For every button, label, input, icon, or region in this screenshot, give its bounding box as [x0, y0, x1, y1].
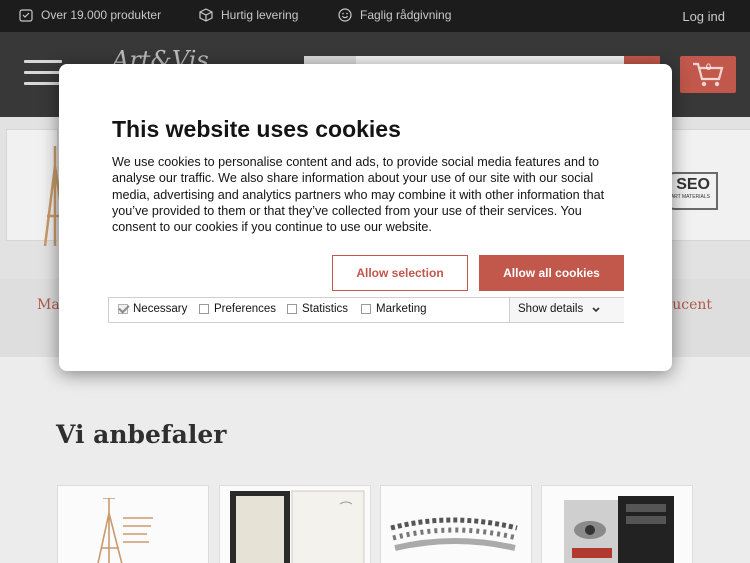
marketing-checkbox[interactable]	[361, 304, 371, 314]
canvas-board-image	[230, 490, 365, 563]
cart-button[interactable]: 0	[680, 56, 736, 93]
preferences-label: Preferences	[214, 303, 277, 315]
recommendations-heading: Vi anbefaler	[56, 420, 227, 449]
show-details-toggle[interactable]: Show details	[509, 298, 624, 322]
login-link[interactable]: Log ind	[682, 9, 725, 24]
product-card[interactable]	[380, 485, 532, 563]
necessary-label: Necessary	[133, 303, 188, 315]
chevron-down-icon	[592, 307, 600, 313]
show-details-label: Show details	[518, 303, 584, 315]
easel-image	[97, 498, 153, 563]
brush-roll-image	[390, 517, 518, 551]
brand-name: SEO	[676, 176, 710, 193]
cookie-dialog-title: This website uses cookies	[112, 116, 401, 142]
usp-products-label: Over 19.000 produkter	[41, 8, 162, 22]
usp-advice-label: Faglig rådgivning	[360, 8, 452, 22]
marketing-label: Marketing	[376, 303, 427, 315]
cookie-option-marketing[interactable]: Marketing	[361, 303, 427, 315]
cookie-option-statistics[interactable]: Statistics	[287, 303, 348, 315]
menu-icon[interactable]	[24, 60, 62, 86]
cookie-option-necessary[interactable]: Necessary	[118, 303, 187, 315]
usp-delivery-label: Hurtig levering	[221, 8, 299, 22]
cookie-consent-dialog: This website uses cookies We use cookies…	[59, 64, 672, 371]
allow-all-cookies-button[interactable]: Allow all cookies	[479, 255, 624, 291]
usp-products: Over 19.000 produkter	[19, 8, 161, 22]
product-card[interactable]	[57, 485, 209, 563]
product-card[interactable]	[219, 485, 371, 563]
allow-selection-button[interactable]: Allow selection	[332, 255, 468, 291]
box-check-icon	[19, 9, 33, 22]
statistics-label: Statistics	[302, 303, 349, 315]
cookie-option-preferences[interactable]: Preferences	[199, 303, 276, 315]
pencil-set-image	[564, 496, 674, 563]
cookie-preferences-bar: Necessary Preferences Statistics Marketi…	[108, 297, 624, 323]
smiley-icon	[338, 8, 352, 22]
banner-card-left[interactable]	[6, 129, 69, 246]
preferences-checkbox[interactable]	[199, 304, 209, 314]
necessary-checkbox[interactable]	[118, 304, 128, 314]
top-utility-bar: Over 19.000 produkter Hurtig levering Fa…	[0, 0, 750, 32]
usp-delivery: Hurtig levering	[199, 8, 298, 22]
usp-advice: Faglig rådgivning	[338, 8, 451, 22]
statistics-checkbox[interactable]	[287, 304, 297, 314]
package-icon	[199, 8, 213, 22]
product-card[interactable]	[541, 485, 693, 563]
nav-item-left[interactable]: Ma	[37, 297, 60, 313]
cart-count: 0	[706, 62, 712, 72]
cookie-dialog-body: We use cookies to personalise content an…	[112, 155, 605, 235]
